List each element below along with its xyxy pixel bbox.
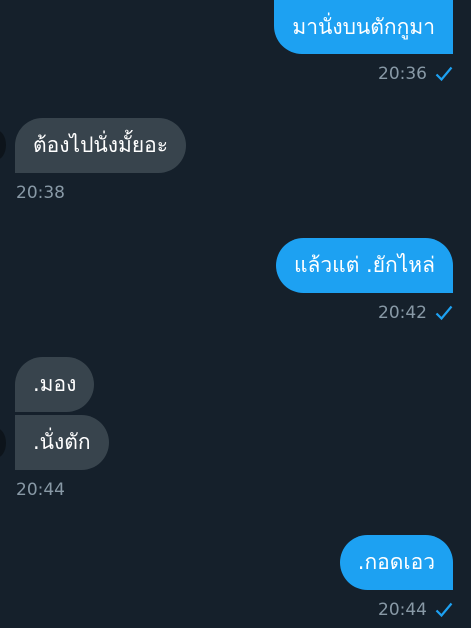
message-bubble-incoming[interactable]: .มอง xyxy=(15,357,95,412)
avatar[interactable] xyxy=(0,130,6,160)
message-bubble-outgoing[interactable]: .กอดเอว xyxy=(339,535,453,590)
timestamp: 20:44 xyxy=(16,480,65,500)
message-bubble-outgoing[interactable]: มานั่งบนตักกูมา xyxy=(274,0,453,54)
message-meta: 20:42 xyxy=(378,303,453,323)
message-bubble-outgoing[interactable]: แล้วแต่ .ยักไหล่ xyxy=(275,238,453,293)
message-text: .มอง xyxy=(33,372,77,396)
message-bubble-incoming[interactable]: ต้องไปนั่งมั้ยอะ xyxy=(15,118,187,173)
checkmark-icon xyxy=(435,305,453,321)
message-meta: 20:36 xyxy=(378,64,453,84)
checkmark-icon xyxy=(435,602,453,618)
message-meta: 20:38 xyxy=(16,183,65,203)
timestamp: 20:44 xyxy=(378,600,427,620)
checkmark-icon xyxy=(435,66,453,82)
message-text: .นั่งตัก xyxy=(33,430,91,454)
timestamp: 20:42 xyxy=(378,303,427,323)
avatar[interactable] xyxy=(0,428,6,458)
timestamp: 20:38 xyxy=(16,183,65,203)
message-text: ต้องไปนั่งมั้ยอะ xyxy=(33,133,169,157)
message-text: มานั่งบนตักกูมา xyxy=(292,14,435,39)
message-meta: 20:44 xyxy=(16,480,65,500)
message-bubble-incoming[interactable]: .นั่งตัก xyxy=(15,415,109,470)
message-text: แล้วแต่ .ยักไหล่ xyxy=(293,253,435,277)
message-text: .กอดเอว xyxy=(357,550,435,574)
timestamp: 20:36 xyxy=(378,64,427,84)
message-meta: 20:44 xyxy=(378,600,453,620)
